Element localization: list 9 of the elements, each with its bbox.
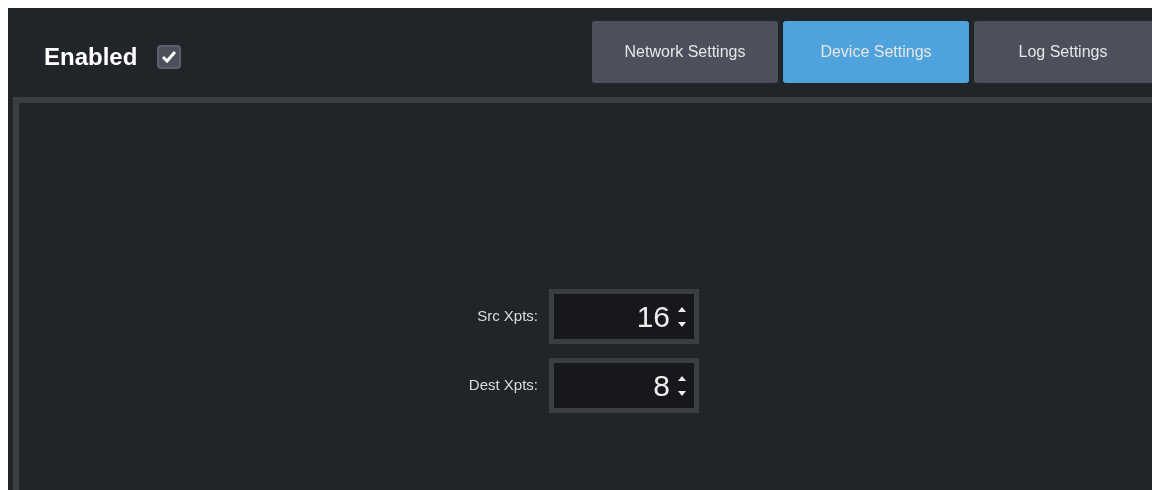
number-spinner[interactable]: 16 [549, 289, 699, 344]
field-label: Src Xpts: [476, 306, 538, 327]
enabled-label: Enabled [44, 42, 138, 72]
settings-tab[interactable]: Network Settings [592, 21, 778, 83]
settings-tab[interactable]: Log Settings [974, 21, 1152, 83]
number-spinner[interactable]: 8 [549, 358, 699, 413]
field-label: Dest Xpts: [467, 375, 538, 396]
check-icon [161, 50, 178, 64]
enabled-checkbox[interactable] [157, 45, 182, 69]
